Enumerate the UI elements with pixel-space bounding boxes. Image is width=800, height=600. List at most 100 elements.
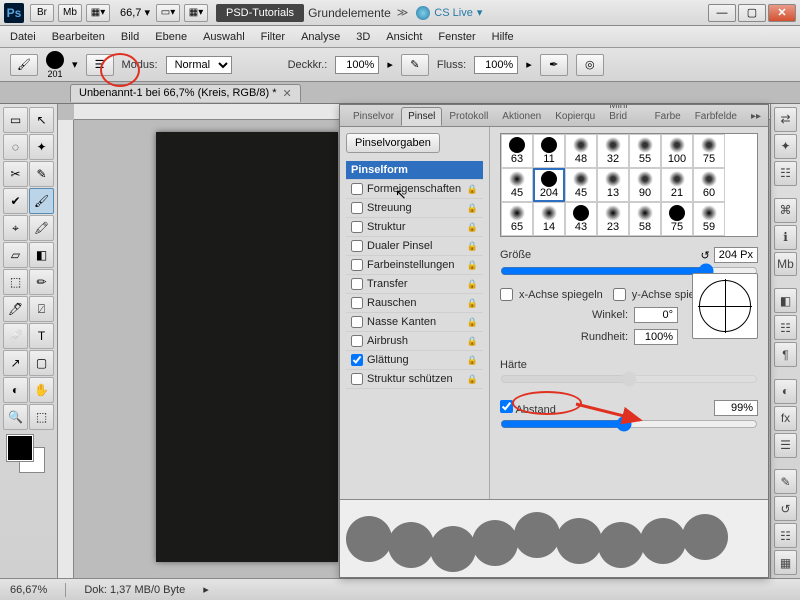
brush-cat-checkbox[interactable] — [351, 221, 363, 233]
menu-ebene[interactable]: Ebene — [155, 31, 187, 43]
dock-icon[interactable]: ☷ — [774, 315, 797, 340]
workspace-label[interactable]: PSD-Tutorials — [216, 4, 304, 22]
brush-cat-checkbox[interactable] — [351, 335, 363, 347]
brush-presets-button[interactable]: Pinselvorgaben — [346, 133, 440, 153]
tool-15[interactable]: ⍁ — [29, 296, 54, 322]
tool-0[interactable]: ▭ — [3, 107, 28, 133]
brush-cat-airbrush[interactable]: Airbrush🔒 — [346, 332, 483, 351]
brush-tip[interactable]: 90 — [629, 168, 661, 202]
lock-icon[interactable]: 🔒 — [467, 222, 478, 233]
brush-cat-checkbox[interactable] — [351, 278, 363, 290]
brush-tip[interactable]: 45 — [565, 168, 597, 202]
dock-icon[interactable]: ✎ — [774, 469, 797, 494]
brush-cat-checkbox[interactable] — [351, 354, 363, 366]
brush-tip[interactable]: 23 — [597, 202, 629, 236]
brush-cat-checkbox[interactable] — [351, 240, 363, 252]
tool-3[interactable]: ✦ — [29, 134, 54, 160]
arrange-button[interactable]: ▦▾ — [184, 4, 208, 22]
lock-icon[interactable]: 🔒 — [467, 203, 478, 214]
tool-13[interactable]: ✏ — [29, 269, 54, 295]
blend-mode-select[interactable]: Normal — [166, 56, 232, 74]
minimize-button[interactable]: ― — [708, 4, 736, 22]
brush-tip[interactable]: 65 — [501, 202, 533, 236]
status-doc-info[interactable]: Dok: 1,37 MB/0 Byte — [84, 584, 185, 596]
workspace-secondary[interactable]: Grundelemente — [308, 6, 391, 20]
document-canvas[interactable] — [156, 132, 338, 562]
dock-icon[interactable]: ▦ — [774, 550, 797, 575]
dock-icon[interactable]: ℹ — [774, 225, 797, 250]
dock-icon[interactable]: ⇄ — [774, 107, 797, 132]
brush-cat-struktur[interactable]: Struktur🔒 — [346, 218, 483, 237]
brush-cat-checkbox[interactable] — [351, 297, 363, 309]
spacing-checkbox[interactable] — [500, 400, 513, 413]
brush-tip[interactable]: 204 — [533, 168, 565, 202]
bridge-button[interactable]: Br — [30, 4, 54, 22]
minibridge-button[interactable]: Mb — [58, 4, 82, 22]
roundness-value[interactable]: 100% — [634, 329, 678, 345]
tool-11[interactable]: ◧ — [29, 242, 54, 268]
panel-more-icon[interactable]: ▸▸ — [744, 107, 768, 126]
tool-9[interactable]: 🖍 — [29, 215, 54, 241]
lock-icon[interactable]: 🔒 — [467, 374, 478, 385]
menu-ansicht[interactable]: Ansicht — [386, 31, 422, 43]
lock-icon[interactable]: 🔒 — [467, 184, 478, 195]
brush-tip[interactable]: 32 — [597, 134, 629, 168]
workspace-more-icon[interactable]: ≫ — [397, 6, 409, 19]
brush-cat-pinselform[interactable]: Pinselform — [346, 161, 483, 180]
tool-21[interactable]: ✋ — [29, 377, 54, 403]
flip-y-checkbox[interactable] — [613, 288, 626, 301]
brush-cat-farbeinstellungen[interactable]: Farbeinstellungen🔒 — [346, 256, 483, 275]
brush-tip[interactable]: 13 — [597, 168, 629, 202]
menu-analyse[interactable]: Analyse — [301, 31, 340, 43]
panel-tab-protokoll[interactable]: Protokoll — [442, 107, 495, 126]
dock-icon[interactable]: fx — [774, 406, 797, 431]
tool-20[interactable]: ◐ — [3, 377, 28, 403]
menu-fenster[interactable]: Fenster — [438, 31, 475, 43]
brush-tip[interactable]: 55 — [629, 134, 661, 168]
tablet-size-button[interactable]: ◎ — [576, 54, 604, 76]
menu-hilfe[interactable]: Hilfe — [492, 31, 514, 43]
spacing-slider[interactable] — [500, 416, 758, 432]
dock-icon[interactable]: ¶ — [774, 342, 797, 367]
document-tab[interactable]: Unbenannt-1 bei 66,7% (Kreis, RGB/8) * ✕ — [70, 84, 301, 102]
brush-tip[interactable]: 48 — [565, 134, 597, 168]
brush-cat-nasse-kanten[interactable]: Nasse Kanten🔒 — [346, 313, 483, 332]
dock-icon[interactable]: ☷ — [774, 161, 797, 186]
brush-cat-struktur-schützen[interactable]: Struktur schützen🔒 — [346, 370, 483, 389]
lock-icon[interactable]: 🔒 — [467, 298, 478, 309]
dock-icon[interactable]: ↺ — [774, 496, 797, 521]
dock-icon[interactable]: ◧ — [774, 288, 797, 313]
lock-icon[interactable]: 🔒 — [467, 260, 478, 271]
cs-live[interactable]: CS Live ▾ — [416, 6, 482, 20]
tool-preset-button[interactable]: 🖌 — [10, 54, 38, 76]
brush-cat-rauschen[interactable]: Rauschen🔒 — [346, 294, 483, 313]
panel-tab-pinsel[interactable]: Pinsel — [401, 107, 442, 126]
tool-19[interactable]: ▢ — [29, 350, 54, 376]
brush-size-chevron-icon[interactable]: ▾ — [72, 58, 78, 71]
flow-input[interactable] — [474, 56, 518, 74]
dock-icon[interactable]: ☷ — [774, 523, 797, 548]
reset-size-icon[interactable]: ↺ — [701, 249, 710, 262]
panel-tab-farbfelde[interactable]: Farbfelde — [688, 107, 744, 126]
close-tab-icon[interactable]: ✕ — [283, 87, 292, 100]
menu-filter[interactable]: Filter — [261, 31, 285, 43]
color-swatches[interactable] — [3, 431, 54, 481]
dock-icon[interactable]: ◐ — [774, 379, 797, 404]
tool-2[interactable]: ◌ — [3, 134, 28, 160]
brush-tip[interactable]: 14 — [533, 202, 565, 236]
brush-tip[interactable]: 11 — [533, 134, 565, 168]
angle-widget[interactable] — [692, 273, 758, 339]
tool-4[interactable]: ✂ — [3, 161, 28, 187]
brush-cat-checkbox[interactable] — [351, 183, 363, 195]
screen-mode-button[interactable]: ▭▾ — [156, 4, 180, 22]
brush-cat-dualer-pinsel[interactable]: Dualer Pinsel🔒 — [346, 237, 483, 256]
brush-tip[interactable]: 60 — [693, 168, 725, 202]
view-extras-button[interactable]: ▦▾ — [86, 4, 110, 22]
brush-cat-checkbox[interactable] — [351, 259, 363, 271]
brush-tip[interactable]: 63 — [501, 134, 533, 168]
brush-panel-toggle[interactable]: ☰ — [86, 54, 114, 76]
dock-icon[interactable]: ✦ — [774, 134, 797, 159]
panel-tab-farbe[interactable]: Farbe — [648, 107, 688, 126]
brush-tip[interactable]: 43 — [565, 202, 597, 236]
brush-cat-streuung[interactable]: Streuung🔒 — [346, 199, 483, 218]
